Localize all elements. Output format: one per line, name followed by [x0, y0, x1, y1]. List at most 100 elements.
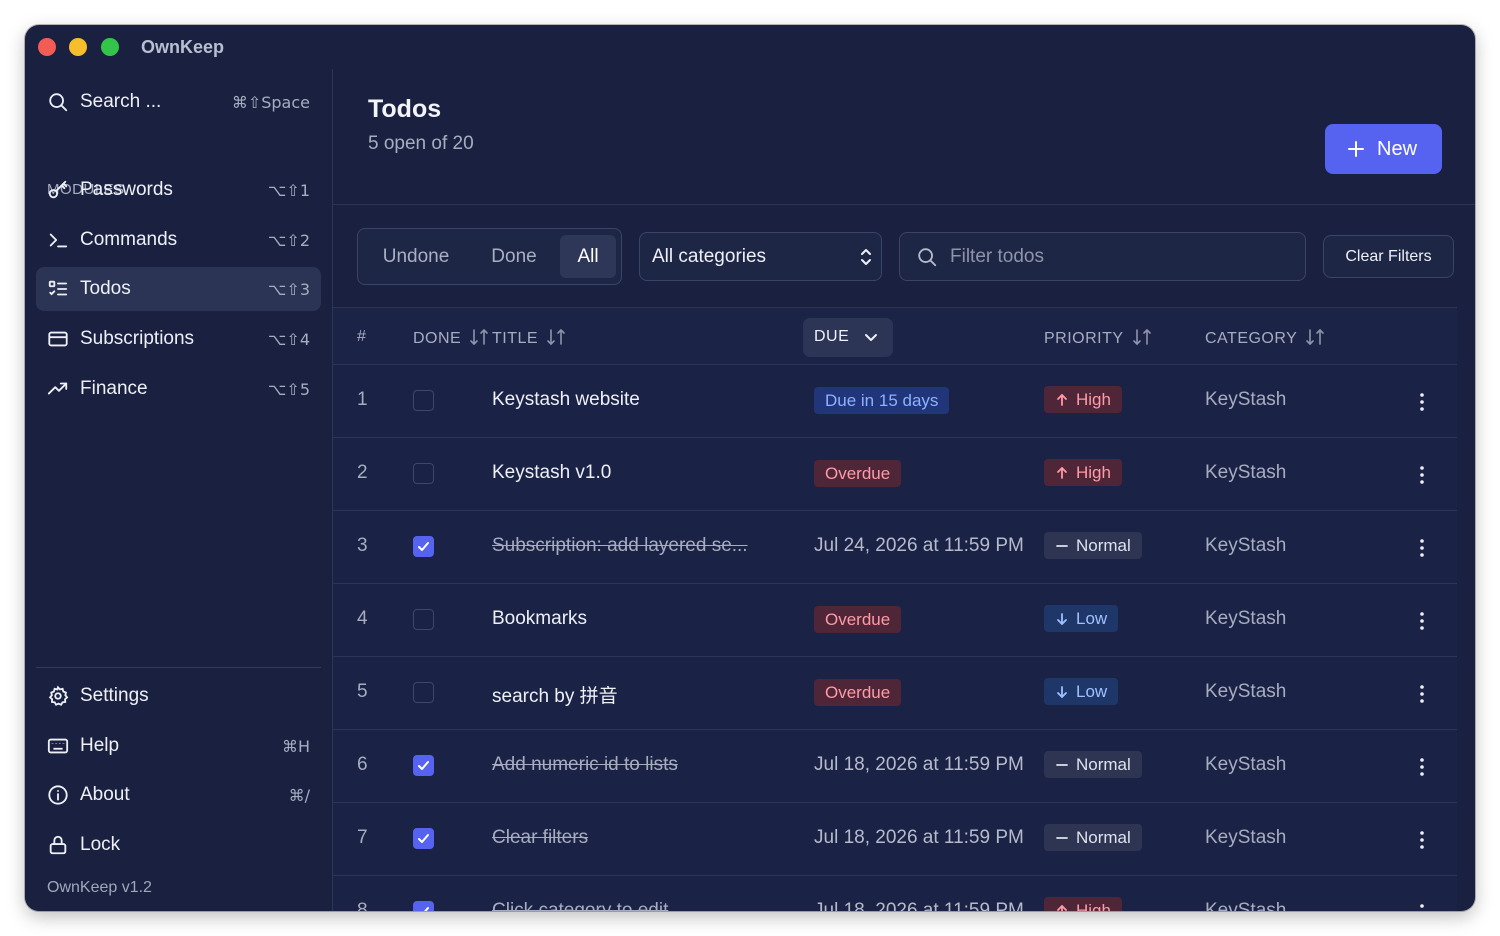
clear-filters-button[interactable]: Clear Filters: [1323, 235, 1454, 278]
todo-title[interactable]: search by 拼音: [492, 681, 618, 708]
more-options-icon[interactable]: [1415, 465, 1429, 485]
priority-badge[interactable]: High: [1044, 386, 1122, 413]
row-number: 2: [357, 462, 368, 483]
column-header-done-label: DONE: [413, 330, 462, 347]
todo-title[interactable]: Add numeric id to lists: [492, 754, 678, 776]
priority-label: Normal: [1076, 755, 1131, 774]
more-options-icon[interactable]: [1415, 903, 1429, 911]
priority-label: High: [1076, 390, 1111, 409]
priority-badge[interactable]: Normal: [1044, 532, 1142, 559]
plus-icon: [1348, 141, 1364, 157]
table-row[interactable]: 7 Clear filters Jul 18, 2026 at 11:59 PM No…: [333, 803, 1457, 876]
table-row[interactable]: 3 Subscription: add layered se... Jul 24, …: [333, 511, 1457, 584]
done-checkbox[interactable]: [413, 755, 434, 776]
due-date: Jul 18, 2026 at 11:59 PM: [814, 754, 1024, 775]
close-window-button[interactable]: [38, 38, 56, 56]
sidebar-item-about[interactable]: About ⌘/: [36, 773, 321, 817]
priority-badge[interactable]: Normal: [1044, 824, 1142, 851]
status-option-undone[interactable]: Undone: [367, 235, 465, 278]
sidebar-item-shortcut: ⌥⇧4: [267, 330, 310, 349]
done-checkbox[interactable]: [413, 828, 434, 849]
sidebar-item-todos[interactable]: Todos ⌥⇧3: [36, 267, 321, 311]
todo-title[interactable]: Clear filters: [492, 827, 588, 849]
column-header-category[interactable]: CATEGORY: [1205, 328, 1325, 348]
page-subtitle: 5 open of 20: [368, 133, 474, 154]
category-label[interactable]: KeyStash: [1205, 754, 1286, 776]
minus-icon: [1056, 545, 1068, 547]
sidebar-item-subscriptions[interactable]: Subscriptions ⌥⇧4: [36, 317, 321, 361]
due-date: Jul 18, 2026 at 11:59 PM: [814, 827, 1024, 848]
more-options-icon[interactable]: [1415, 684, 1429, 704]
column-header-due[interactable]: DUE: [803, 318, 893, 357]
todo-title[interactable]: Subscription: add layered se...: [492, 535, 748, 557]
done-checkbox[interactable]: [413, 609, 434, 630]
sidebar: Search ... ⌘⇧Space MODULES Passwords ⌥⇧1…: [25, 69, 333, 911]
category-label[interactable]: KeyStash: [1205, 608, 1286, 630]
check-icon: [418, 761, 429, 770]
category-label[interactable]: KeyStash: [1205, 827, 1286, 849]
sidebar-item-finance[interactable]: Finance ⌥⇧5: [36, 367, 321, 411]
column-header-done[interactable]: DONE: [413, 328, 489, 348]
more-options-icon[interactable]: [1415, 392, 1429, 412]
filter-todos-input[interactable]: [950, 243, 1290, 271]
sidebar-item-settings[interactable]: Settings: [36, 674, 321, 718]
done-checkbox[interactable]: [413, 901, 434, 911]
row-number: 3: [357, 535, 368, 556]
column-header-priority[interactable]: PRIORITY: [1044, 328, 1152, 348]
table-row[interactable]: 2 Keystash v1.0 Overdue High KeyStash: [333, 438, 1457, 511]
priority-badge[interactable]: High: [1044, 459, 1122, 486]
more-options-icon[interactable]: [1415, 830, 1429, 850]
lock-icon: [49, 835, 67, 855]
gear-icon: [48, 685, 69, 706]
more-options-icon[interactable]: [1415, 611, 1429, 631]
category-label[interactable]: KeyStash: [1205, 462, 1286, 484]
column-header-title[interactable]: TITLE: [492, 328, 566, 348]
sidebar-item-help[interactable]: Help ⌘H: [36, 724, 321, 768]
table-row[interactable]: 4 Bookmarks Overdue Low KeyStash: [333, 584, 1457, 657]
sidebar-item-passwords[interactable]: Passwords ⌥⇧1: [36, 168, 321, 212]
sort-icon: [1132, 329, 1151, 345]
todo-title[interactable]: Bookmarks: [492, 608, 587, 630]
sidebar-item-label: Passwords: [80, 179, 173, 200]
priority-badge[interactable]: Low: [1044, 678, 1119, 705]
status-option-done[interactable]: Done: [476, 235, 552, 278]
table-row[interactable]: 8 Click category to edit Jul 18, 2026 at 1…: [333, 876, 1457, 911]
due-date: Jul 18, 2026 at 11:59 PM: [814, 900, 1024, 911]
todo-title[interactable]: Keystash website: [492, 389, 640, 411]
priority-label: Normal: [1076, 828, 1131, 847]
priority-badge[interactable]: Normal: [1044, 751, 1142, 778]
priority-badge[interactable]: Low: [1044, 605, 1119, 632]
done-checkbox[interactable]: [413, 536, 434, 557]
row-number: 4: [357, 608, 368, 629]
more-options-icon[interactable]: [1415, 757, 1429, 777]
check-icon: [418, 834, 429, 843]
category-label[interactable]: KeyStash: [1205, 681, 1286, 703]
category-label[interactable]: KeyStash: [1205, 535, 1286, 557]
more-options-icon[interactable]: [1415, 538, 1429, 558]
done-checkbox[interactable]: [413, 463, 434, 484]
table-row[interactable]: 1 Keystash website Due in 15 days High KeySt…: [333, 365, 1457, 438]
done-checkbox[interactable]: [413, 390, 434, 411]
priority-badge[interactable]: High: [1044, 897, 1122, 911]
category-label[interactable]: KeyStash: [1205, 389, 1286, 411]
table-row[interactable]: 5 search by 拼音 Overdue Low KeyStash: [333, 657, 1457, 730]
done-checkbox[interactable]: [413, 682, 434, 703]
column-header-priority-label: PRIORITY: [1044, 330, 1124, 347]
table-header: # DONE TITLE DUE PRIORITY CATEGORY: [333, 307, 1457, 365]
app-window: OwnKeep Search ... ⌘⇧Space MODULES Passw…: [25, 25, 1475, 911]
category-select[interactable]: All categories: [639, 232, 882, 281]
sidebar-item-lock[interactable]: Lock: [36, 823, 321, 867]
priority-label: High: [1076, 463, 1111, 482]
new-button-label: New: [1377, 137, 1418, 160]
category-label[interactable]: KeyStash: [1205, 900, 1286, 911]
check-icon: [419, 907, 429, 911]
minimize-window-button[interactable]: [69, 38, 87, 56]
sidebar-item-commands[interactable]: Commands ⌥⇧2: [36, 218, 321, 262]
todo-title[interactable]: Click category to edit: [492, 900, 668, 911]
new-todo-button[interactable]: New: [1325, 124, 1442, 174]
table-row[interactable]: 6 Add numeric id to lists Jul 18, 2026 at …: [333, 730, 1457, 803]
zoom-window-button[interactable]: [101, 38, 119, 56]
todo-title[interactable]: Keystash v1.0: [492, 462, 611, 484]
sidebar-search[interactable]: Search ... ⌘⇧Space: [36, 80, 321, 124]
status-option-all[interactable]: All: [560, 235, 616, 278]
